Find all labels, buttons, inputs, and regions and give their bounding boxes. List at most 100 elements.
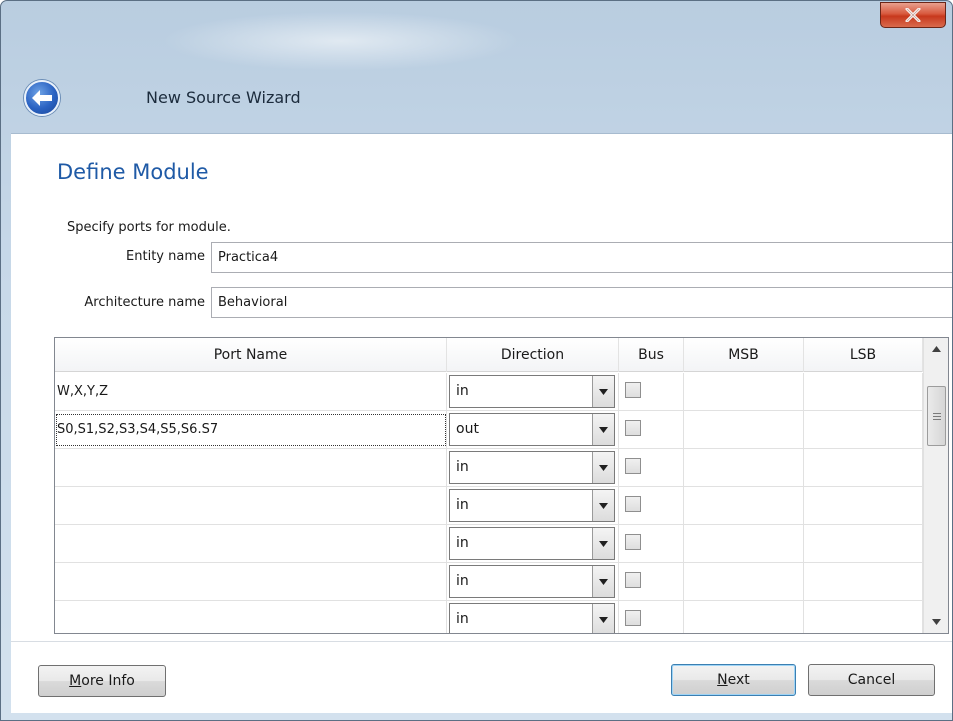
chevron-down-icon: [599, 426, 608, 433]
chevron-down-icon: [599, 502, 608, 509]
table-row: in: [55, 601, 923, 633]
bus-checkbox[interactable]: [625, 382, 641, 398]
direction-value: in: [456, 383, 469, 399]
direction-cell: in: [447, 487, 619, 525]
back-button[interactable]: [24, 80, 60, 116]
more-info-accel: M: [69, 673, 82, 689]
direction-cell: in: [447, 563, 619, 601]
lsb-cell[interactable]: [804, 487, 923, 525]
dropdown-arrow-button[interactable]: [592, 566, 614, 597]
table-row: in: [55, 487, 923, 525]
direction-select[interactable]: in: [449, 565, 615, 598]
direction-value: in: [456, 611, 469, 627]
port-name-cell[interactable]: S0,S1,S2,S3,S4,S5,S6.S7: [55, 411, 447, 449]
direction-value: in: [456, 573, 469, 589]
chevron-down-icon: [599, 540, 608, 547]
footer-separator: [11, 641, 952, 642]
entity-name-label: Entity name: [126, 249, 205, 264]
architecture-name-label: Architecture name: [84, 295, 205, 310]
dropdown-arrow-button[interactable]: [592, 490, 614, 521]
next-accel: N: [717, 672, 728, 688]
port-name-cell[interactable]: [55, 601, 447, 633]
bus-cell: [619, 563, 684, 601]
msb-cell[interactable]: [684, 411, 804, 449]
architecture-name-input[interactable]: [211, 287, 952, 318]
page-title: Define Module: [57, 160, 209, 184]
header-msb[interactable]: MSB: [684, 338, 804, 372]
direction-select[interactable]: out: [449, 413, 615, 446]
header-lsb[interactable]: LSB: [804, 338, 923, 372]
direction-select[interactable]: in: [449, 489, 615, 522]
chevron-down-icon: [599, 464, 608, 471]
scroll-down-icon: [932, 619, 941, 625]
msb-cell[interactable]: [684, 373, 804, 411]
bus-cell: [619, 373, 684, 411]
lsb-cell[interactable]: [804, 373, 923, 411]
msb-cell[interactable]: [684, 449, 804, 487]
lsb-cell[interactable]: [804, 601, 923, 633]
bus-checkbox[interactable]: [625, 496, 641, 512]
header-port-name[interactable]: Port Name: [55, 338, 447, 372]
titlebar-glow: [161, 11, 521, 71]
port-name-cell[interactable]: [55, 525, 447, 563]
lsb-cell[interactable]: [804, 449, 923, 487]
direction-select[interactable]: in: [449, 603, 615, 633]
next-button[interactable]: Next: [671, 664, 796, 696]
direction-select[interactable]: in: [449, 375, 615, 408]
chevron-down-icon: [599, 388, 608, 395]
bus-checkbox[interactable]: [625, 534, 641, 550]
bus-checkbox[interactable]: [625, 420, 641, 436]
entity-name-input[interactable]: [211, 242, 952, 273]
port-name-cell[interactable]: [55, 563, 447, 601]
msb-cell[interactable]: [684, 487, 804, 525]
scroll-up-button[interactable]: [924, 338, 948, 360]
msb-cell[interactable]: [684, 601, 804, 633]
close-icon: [905, 8, 921, 22]
bus-checkbox[interactable]: [625, 572, 641, 588]
back-arrow-icon: [32, 90, 52, 106]
direction-cell: in: [447, 449, 619, 487]
port-name-cell[interactable]: W,X,Y,Z: [55, 373, 447, 411]
ports-grid: Port Name Direction Bus MSB LSB W,X,Y,Z i…: [54, 337, 949, 634]
table-row: in: [55, 563, 923, 601]
scroll-thumb[interactable]: [927, 386, 946, 446]
msb-cell[interactable]: [684, 525, 804, 563]
more-info-label: ore Info: [81, 673, 135, 689]
header-bus[interactable]: Bus: [619, 338, 684, 372]
scroll-up-icon: [932, 346, 941, 352]
port-name-cell[interactable]: [55, 449, 447, 487]
dropdown-arrow-button[interactable]: [592, 376, 614, 407]
header-direction[interactable]: Direction: [447, 338, 619, 372]
close-button[interactable]: [880, 2, 946, 28]
msb-cell[interactable]: [684, 563, 804, 601]
dropdown-arrow-button[interactable]: [592, 452, 614, 483]
dropdown-arrow-button[interactable]: [592, 414, 614, 445]
instructions-text: Specify ports for module.: [67, 220, 231, 235]
grip-icon: [932, 412, 941, 420]
more-info-button[interactable]: More Info: [38, 665, 166, 697]
lsb-cell[interactable]: [804, 563, 923, 601]
chevron-down-icon: [599, 578, 608, 585]
direction-cell: in: [447, 525, 619, 563]
dropdown-arrow-button[interactable]: [592, 604, 614, 633]
table-row: S0,S1,S2,S3,S4,S5,S6.S7 out: [55, 411, 923, 449]
lsb-cell[interactable]: [804, 411, 923, 449]
window-title: New Source Wizard: [146, 88, 301, 107]
scroll-down-button[interactable]: [924, 611, 948, 633]
direction-value: in: [456, 459, 469, 475]
bus-cell: [619, 449, 684, 487]
bus-cell: [619, 411, 684, 449]
direction-value: in: [456, 497, 469, 513]
table-row: in: [55, 449, 923, 487]
port-name-cell[interactable]: [55, 487, 447, 525]
cancel-button[interactable]: Cancel: [808, 664, 935, 696]
bus-checkbox[interactable]: [625, 610, 641, 626]
direction-select[interactable]: in: [449, 527, 615, 560]
chevron-down-icon: [599, 616, 608, 623]
table-row: W,X,Y,Z in: [55, 373, 923, 411]
dropdown-arrow-button[interactable]: [592, 528, 614, 559]
direction-select[interactable]: in: [449, 451, 615, 484]
bus-checkbox[interactable]: [625, 458, 641, 474]
lsb-cell[interactable]: [804, 525, 923, 563]
grid-scrollbar[interactable]: [923, 338, 948, 633]
